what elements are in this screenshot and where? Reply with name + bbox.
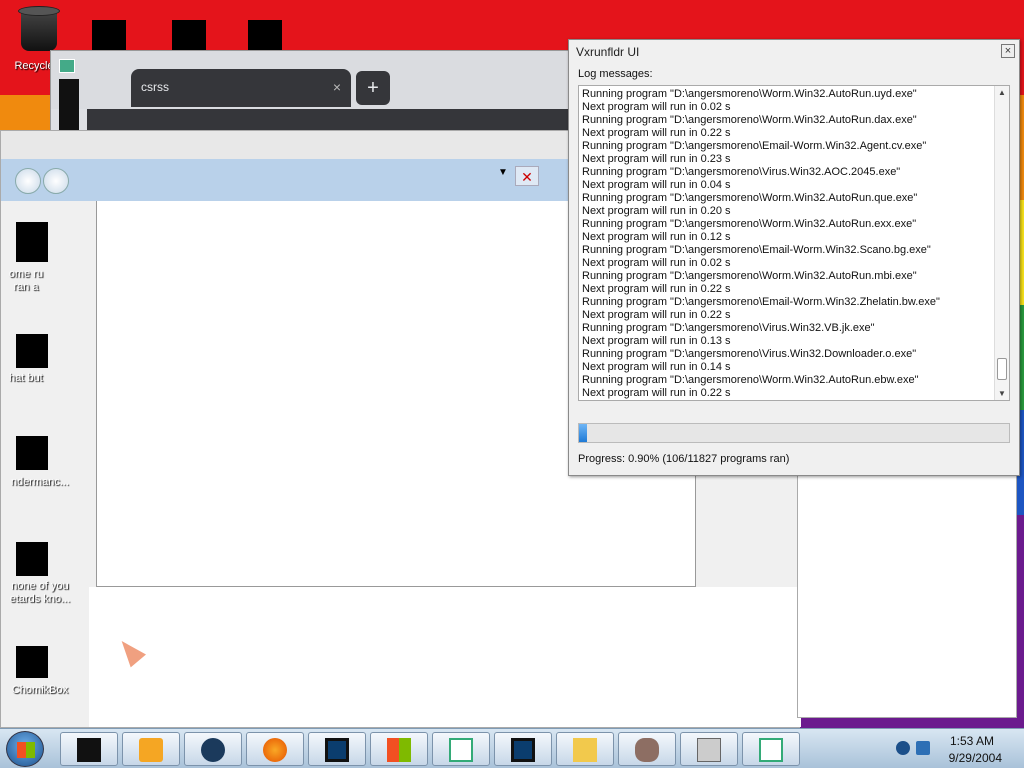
dialog-title: Vxrunfldr UI [576, 45, 640, 59]
media-player-icon [139, 738, 163, 762]
progress-bar [578, 423, 1010, 443]
desktop-icon-what-but[interactable] [16, 334, 48, 368]
stop-icon[interactable]: ✕ [515, 166, 539, 186]
globe-icon [201, 738, 225, 762]
network-icon[interactable] [896, 741, 910, 755]
log-scrollbar[interactable]: ▲ ▼ [994, 86, 1009, 400]
log-line: Next program will run in 0.14 s [582, 361, 731, 373]
back-arrow-icon[interactable] [15, 168, 41, 194]
taskbar-item-6[interactable] [370, 732, 428, 766]
log-line: Next program will run in 0.22 s [582, 387, 731, 399]
windows-flag-icon [17, 742, 35, 758]
log-messages-label: Log messages: [578, 68, 653, 80]
vxrunfldr-dialog: Vxrunfldr UI × Log messages: Running pro… [568, 39, 1020, 476]
phone-icon [325, 738, 349, 762]
taskbar-item-5[interactable] [308, 732, 366, 766]
log-line: Next program will run in 0.02 s [582, 101, 731, 113]
log-line: Running program "D:\angersmoreno\Worm.Wi… [582, 88, 917, 100]
dialog-close-button[interactable]: × [1001, 44, 1015, 58]
clock-date[interactable]: 9/29/2004 [949, 751, 1002, 765]
start-button[interactable] [6, 731, 44, 767]
taskbar: 1:53 AM 9/29/2004 [0, 728, 1024, 768]
log-line: Running program "D:\angersmoreno\Worm.Wi… [582, 270, 917, 282]
log-line: Running program "D:\angersmoreno\Worm.Wi… [582, 192, 918, 204]
dropdown-arrow-icon[interactable]: ▼ [498, 167, 508, 178]
scroll-down-icon[interactable]: ▼ [998, 389, 1006, 398]
log-line: Running program "D:\angersmoreno\Email-W… [582, 296, 940, 308]
scroll-up-icon[interactable]: ▲ [998, 88, 1006, 97]
log-line: Running program "D:\angersmoreno\Email-W… [582, 244, 931, 256]
system-tray: 1:53 AM 9/29/2004 [868, 729, 1024, 768]
explorer-body [89, 587, 801, 727]
log-line: Next program will run in 0.13 s [582, 335, 731, 347]
log-line: Running program "D:\angersmoreno\Virus.W… [582, 348, 917, 360]
desktop-icon-some-run[interactable] [16, 222, 48, 262]
taskbar-item-11[interactable] [680, 732, 738, 766]
window-icon [449, 738, 473, 762]
log-line: Next program will run in 0.22 s [582, 309, 731, 321]
desktop-icon-undermanc[interactable] [16, 436, 48, 470]
taskbar-item-2[interactable] [122, 732, 180, 766]
log-line: Next program will run in 0.04 s [582, 179, 731, 191]
progress-fill [579, 424, 587, 442]
desktop-icon-folder[interactable] [92, 20, 126, 50]
background-window [797, 470, 1017, 718]
scroll-thumb[interactable] [997, 358, 1007, 380]
printer-icon [697, 738, 721, 762]
tab-title: csrss [141, 80, 169, 94]
folder-icon [573, 738, 597, 762]
display-icon[interactable] [916, 741, 930, 755]
recycle-bin-icon[interactable] [18, 6, 60, 52]
log-line: Next program will run in 0.23 s [582, 153, 731, 165]
desktop-icon-none-of-you[interactable] [16, 542, 48, 576]
taskbar-item-1[interactable] [60, 732, 118, 766]
window-icon-2 [759, 738, 783, 762]
log-line: Next program will run in 0.20 s [582, 205, 731, 217]
log-line: Next program will run in 0.12 s [582, 231, 731, 243]
log-line: Running program "D:\angersmoreno\Virus.W… [582, 322, 875, 334]
log-line: Running program "D:\angersmoreno\Email-W… [582, 140, 927, 152]
log-messages-box[interactable]: Running program "D:\angersmoreno\Worm.Wi… [578, 85, 1010, 401]
desktop-label-some-run: ome ru ran a [8, 268, 44, 293]
desktop-label-undermanc: ndermanc... [10, 476, 70, 488]
desktop-icon-app[interactable] [172, 20, 206, 50]
taskbar-item-12[interactable] [742, 732, 800, 766]
office-icon [387, 738, 411, 762]
taskbar-item-4[interactable] [246, 732, 304, 766]
log-line: Running program "D:\angersmoreno\Virus.W… [582, 166, 901, 178]
desktop-icon-chomikbox[interactable] [16, 646, 48, 678]
progress-text: Progress: 0.90% (106/11827 programs ran) [578, 453, 790, 465]
new-tab-button[interactable]: + [356, 71, 390, 105]
log-line: Running program "D:\angersmoreno\Worm.Wi… [582, 374, 919, 386]
browser-app-icon [59, 59, 75, 73]
log-line: Next program will run in 0.22 s [582, 283, 731, 295]
hamster-icon [635, 738, 659, 762]
log-line: Next program will run in 0.22 s [582, 127, 731, 139]
log-lines: Running program "D:\angersmoreno\Worm.Wi… [582, 88, 994, 400]
log-line: Next program will run in 0.02 s [582, 257, 731, 269]
forward-arrow-icon[interactable] [43, 168, 69, 194]
firefox-icon [263, 738, 287, 762]
taskbar-item-3[interactable] [184, 732, 242, 766]
app-icon [77, 738, 101, 762]
tab-close-icon[interactable]: × [333, 79, 341, 95]
desktop-label-none-of-you: none of you etards kno... [9, 580, 71, 605]
desktop-label-chomikbox: ChomikBox [11, 684, 69, 696]
taskbar-item-8[interactable] [494, 732, 552, 766]
log-line: Running program "D:\angersmoreno\Worm.Wi… [582, 218, 917, 230]
taskbar-item-10[interactable] [618, 732, 676, 766]
log-line: Running program "D:\angersmoreno\Worm.Wi… [582, 114, 917, 126]
desktop-label-what-but: hat but [9, 372, 43, 384]
tab-csrss[interactable]: csrss × [131, 69, 351, 107]
taskbar-item-9[interactable] [556, 732, 614, 766]
clock-time[interactable]: 1:53 AM [950, 734, 994, 748]
phone-icon-2 [511, 738, 535, 762]
taskbar-item-7[interactable] [432, 732, 490, 766]
desktop-icon-app-2[interactable] [248, 20, 282, 50]
